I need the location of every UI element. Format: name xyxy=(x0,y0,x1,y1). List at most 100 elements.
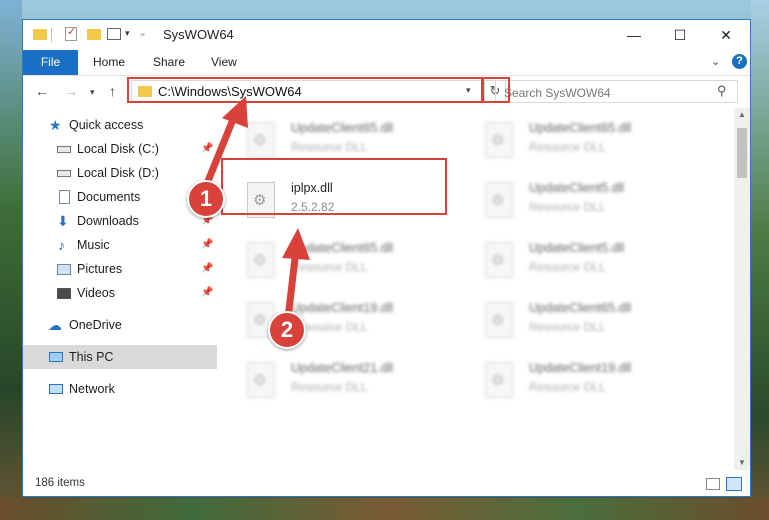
tab-view[interactable]: View xyxy=(211,50,237,75)
large-icons-view-icon[interactable] xyxy=(726,477,742,491)
tab-home[interactable]: Home xyxy=(93,50,125,75)
maximize-button[interactable]: ☐ xyxy=(657,20,703,50)
scroll-up-icon[interactable]: ▲ xyxy=(738,110,746,119)
folder-icon xyxy=(138,86,152,97)
properties-icon[interactable] xyxy=(65,25,77,41)
customize-toolbar-icon[interactable]: ₌ xyxy=(140,28,145,44)
sidebar-item-label: Local Disk (D:) xyxy=(77,166,159,180)
file-description: Resource DLL xyxy=(529,140,606,154)
desktop-background-right xyxy=(751,0,769,520)
list-item[interactable]: UpdateClient5.dll Resource DLL xyxy=(481,238,701,288)
drive-icon xyxy=(57,146,71,153)
window-title: SysWOW64 xyxy=(163,27,234,42)
downloads-icon: ⬇ xyxy=(57,213,69,229)
sidebar-item-quick-access[interactable]: ★ Quick access xyxy=(23,113,217,137)
file-description: Resource DLL xyxy=(291,140,368,154)
step-2-badge: 2 xyxy=(268,311,306,349)
scrollbar-thumb[interactable] xyxy=(737,128,747,178)
search-input[interactable] xyxy=(496,81,721,104)
dll-file-icon xyxy=(485,362,513,398)
ribbon-tabs: File Home Share View ⌄ ? xyxy=(23,50,750,76)
list-item[interactable]: UpdateClient65.dll Resource DLL xyxy=(243,238,463,288)
file-list: UpdateClient65.dll Resource DLL iplpx.dl… xyxy=(219,108,734,470)
onedrive-icon: ☁ xyxy=(48,317,62,333)
sidebar-item-label: Local Disk (C:) xyxy=(77,142,159,156)
help-icon[interactable]: ? xyxy=(732,54,747,69)
expand-ribbon-icon[interactable]: ⌄ xyxy=(711,55,720,68)
quick-access-separator xyxy=(51,28,52,42)
list-item[interactable]: UpdateClient65.dll Resource DLL xyxy=(243,118,463,168)
sidebar-item-label: Downloads xyxy=(77,214,139,228)
pin-icon[interactable]: 📌 xyxy=(201,257,213,281)
sidebar-item-local-disk-c[interactable]: Local Disk (C:) 📌 xyxy=(23,137,217,161)
vertical-scrollbar[interactable]: ▲ ▼ xyxy=(734,108,750,470)
sidebar-item-label: Network xyxy=(69,382,115,396)
new-folder-icon[interactable] xyxy=(87,29,101,40)
details-view-icon[interactable] xyxy=(706,478,720,490)
file-name: UpdateClient65.dll xyxy=(529,301,632,315)
file-name: UpdateClient65.dll xyxy=(291,241,394,255)
file-description: Resource DLL xyxy=(291,260,368,274)
sidebar-item-label: Music xyxy=(77,238,110,252)
sidebar-item-label: Documents xyxy=(77,190,141,204)
file-name: UpdateClient19.dll xyxy=(291,301,394,315)
sidebar-item-onedrive[interactable]: ☁ OneDrive xyxy=(23,313,217,337)
sidebar-item-downloads[interactable]: ⬇ Downloads 📌 xyxy=(23,209,217,233)
selected-file-item[interactable]: iplpx.dll 2.5.2.82 xyxy=(243,178,463,228)
file-name: UpdateClient5.dll xyxy=(529,241,625,255)
recent-locations-icon[interactable]: ▾ xyxy=(90,87,95,98)
desktop-background-left xyxy=(0,0,22,520)
pin-icon[interactable]: 📌 xyxy=(201,233,213,257)
sidebar-item-local-disk-d[interactable]: Local Disk (D:) xyxy=(23,161,217,185)
sidebar-item-pictures[interactable]: Pictures 📌 xyxy=(23,257,217,281)
tab-file[interactable]: File xyxy=(23,50,78,75)
network-icon xyxy=(49,384,63,394)
file-description: Resource DLL xyxy=(291,380,368,394)
this-pc-icon xyxy=(49,352,63,362)
file-description: Resource DLL xyxy=(529,200,606,214)
minimize-button[interactable]: — xyxy=(611,20,657,50)
sidebar-item-music[interactable]: ♪ Music 📌 xyxy=(23,233,217,257)
sidebar-item-label: Pictures xyxy=(77,262,123,276)
list-item[interactable]: UpdateClient5.dll Resource DLL xyxy=(481,178,701,228)
tab-share[interactable]: Share xyxy=(153,50,185,75)
sidebar-item-label: Quick access xyxy=(69,118,144,132)
list-item[interactable]: UpdateClient19.dll Resource DLL xyxy=(481,358,701,408)
list-item[interactable]: UpdateClient65.dll Resource DLL xyxy=(481,298,701,348)
file-description: Resource DLL xyxy=(529,320,606,334)
folder-icon xyxy=(33,29,47,40)
file-description: Resource DLL xyxy=(529,260,606,274)
views-icon[interactable] xyxy=(107,28,121,40)
forward-arrow-icon[interactable]: → xyxy=(64,83,78,99)
dll-file-icon xyxy=(485,242,513,278)
file-name: UpdateClient21.dll xyxy=(291,361,394,375)
back-arrow-icon[interactable]: ← xyxy=(35,83,49,99)
sidebar-item-network[interactable]: Network xyxy=(23,377,217,401)
dll-file-icon xyxy=(485,302,513,338)
file-name: iplpx.dll xyxy=(291,181,333,195)
pictures-icon xyxy=(57,264,71,275)
dll-file-icon xyxy=(247,182,275,218)
sidebar-item-this-pc[interactable]: This PC xyxy=(23,345,217,369)
dll-file-icon xyxy=(485,122,513,158)
chevron-down-icon[interactable]: ▾ xyxy=(466,85,471,96)
up-arrow-icon[interactable]: ↑ xyxy=(109,83,116,99)
search-box[interactable]: ⚲ xyxy=(495,80,738,104)
pin-icon[interactable]: 📌 xyxy=(201,137,213,161)
star-icon: ★ xyxy=(49,117,62,133)
scroll-down-icon[interactable]: ▼ xyxy=(738,458,746,467)
list-item[interactable]: UpdateClient21.dll Resource DLL xyxy=(243,358,463,408)
close-button[interactable]: ✕ xyxy=(703,20,749,50)
pin-icon[interactable]: 📌 xyxy=(201,281,213,305)
sidebar-item-videos[interactable]: Videos 📌 xyxy=(23,281,217,305)
documents-icon xyxy=(59,190,70,204)
navigation-bar: ← → ▾ ↑ C:\Windows\SysWOW64 ▾ ↻ ⚲ xyxy=(23,76,750,108)
navigation-pane: ★ Quick access Local Disk (C:) 📌 Local D… xyxy=(23,108,217,470)
chevron-down-icon[interactable]: ▾ xyxy=(125,28,130,44)
sidebar-item-label: Videos xyxy=(77,286,115,300)
address-path[interactable]: C:\Windows\SysWOW64 xyxy=(158,84,302,99)
search-icon[interactable]: ⚲ xyxy=(717,83,727,99)
sidebar-item-label: This PC xyxy=(69,350,114,364)
address-bar[interactable]: C:\Windows\SysWOW64 ▾ xyxy=(131,80,483,103)
list-item[interactable]: UpdateClient65.dll Resource DLL xyxy=(481,118,701,168)
